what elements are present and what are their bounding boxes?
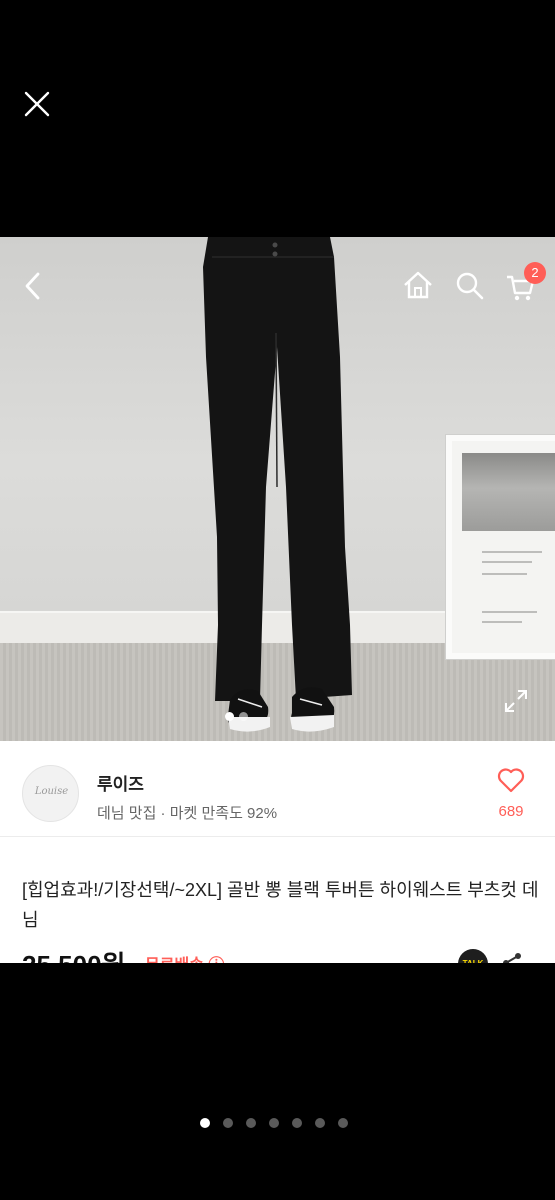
home-icon bbox=[404, 271, 432, 299]
expand-icon bbox=[505, 690, 527, 712]
avatar-logo-text: Louise bbox=[34, 786, 69, 797]
slide-dot[interactable] bbox=[200, 1118, 210, 1128]
seller-avatar[interactable]: Louise bbox=[22, 765, 79, 822]
expand-button[interactable] bbox=[503, 688, 529, 714]
price-row: 25,500원 무료배송 ⓘ TALK bbox=[0, 945, 555, 963]
close-button[interactable] bbox=[22, 89, 52, 119]
product-title: [힙업효과!/기장선택/~2XL] 골반 뽕 블랙 투버튼 하이웨스트 부츠컷 … bbox=[22, 880, 539, 930]
like-count: 689 bbox=[498, 803, 524, 820]
image-dot[interactable] bbox=[239, 712, 248, 721]
talk-button[interactable]: TALK bbox=[458, 949, 488, 963]
seller-row[interactable]: Louise 루이즈 데님 맛집 · 마켓 만족도 92% 689 bbox=[0, 741, 555, 837]
close-icon bbox=[24, 91, 50, 117]
slide-dot[interactable] bbox=[269, 1118, 279, 1128]
search-button[interactable] bbox=[455, 271, 485, 301]
seller-name[interactable]: 루이즈 bbox=[97, 770, 144, 795]
cart-count-badge: 2 bbox=[524, 262, 546, 284]
slide-dot[interactable] bbox=[246, 1118, 256, 1128]
back-button[interactable] bbox=[22, 271, 46, 301]
product-price: 25,500원 bbox=[22, 945, 125, 963]
slide-dot[interactable] bbox=[338, 1118, 348, 1128]
free-shipping-label[interactable]: 무료배송 ⓘ bbox=[145, 951, 224, 963]
image-dot[interactable] bbox=[225, 712, 234, 721]
image-pagination bbox=[225, 706, 253, 721]
slide-dot[interactable] bbox=[315, 1118, 325, 1128]
heart-icon bbox=[497, 768, 525, 793]
search-icon bbox=[456, 272, 484, 300]
screenshot-viewport: 2 Louise 루이즈 데님 맛집 · 마켓 만족도 92% 689 [힙업효… bbox=[0, 237, 555, 963]
slide-dot[interactable] bbox=[223, 1118, 233, 1128]
back-arrow-icon bbox=[25, 272, 40, 300]
home-button[interactable] bbox=[402, 270, 434, 300]
slide-dot[interactable] bbox=[292, 1118, 302, 1128]
share-button[interactable] bbox=[500, 951, 524, 963]
share-icon bbox=[503, 953, 521, 963]
seller-subtitle: 데님 맛집 · 마켓 만족도 92% bbox=[97, 805, 278, 822]
product-photo[interactable]: 2 bbox=[0, 237, 555, 741]
viewer-pagination bbox=[200, 1113, 361, 1128]
